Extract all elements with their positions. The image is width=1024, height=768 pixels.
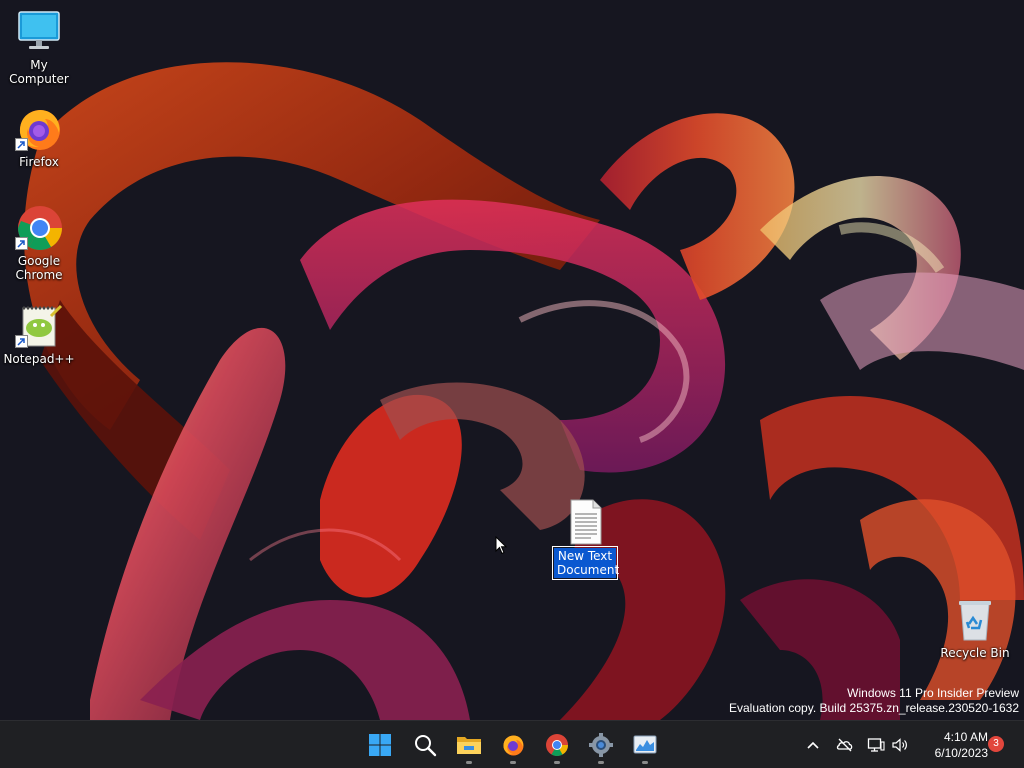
mouse-cursor-icon [495, 536, 508, 555]
running-indicator [554, 761, 560, 764]
clock[interactable]: 4:10 AM 6/10/2023 [920, 729, 988, 761]
running-indicator [642, 761, 648, 764]
desktop-icon-my-computer[interactable]: My Computer [2, 8, 76, 86]
shortcut-arrow-icon [15, 138, 28, 151]
firefox-taskbar-button[interactable] [493, 725, 533, 765]
shortcut-arrow-icon [15, 335, 28, 348]
evaluation-watermark: Windows 11 Pro Insider Preview Evaluatio… [729, 686, 1019, 716]
volume-icon[interactable] [891, 736, 909, 754]
shortcut-arrow-icon [15, 237, 28, 250]
desktop-icon-label: Notepad++ [3, 352, 75, 366]
taskbar: 4:10 AM 6/10/2023 [0, 720, 1024, 768]
clock-time: 4:10 AM [943, 730, 988, 744]
watermark-line-2: Evaluation copy. Build 25375.zn_release.… [729, 701, 1019, 715]
desktop-icon-label-selected[interactable]: New Text Document [552, 546, 619, 580]
desktop-icon-firefox[interactable]: Firefox [2, 105, 76, 169]
chrome-icon [546, 734, 568, 756]
desktop-icon-label: Recycle Bin [940, 646, 1010, 660]
settings-taskbar-button[interactable] [581, 725, 621, 765]
firefox-icon [15, 105, 63, 153]
onedrive-offline-icon[interactable] [836, 736, 854, 754]
desktop-icon-google-chrome[interactable]: Google Chrome [2, 204, 76, 282]
firefox-icon [503, 735, 524, 756]
desktop-icon-notepadpp[interactable]: Notepad++ [2, 302, 76, 366]
chevron-up-icon[interactable] [804, 736, 822, 754]
gear-icon [589, 733, 613, 757]
running-indicator [598, 761, 604, 764]
running-indicator [510, 761, 516, 764]
watermark-line-1: Windows 11 Pro Insider Preview [847, 686, 1019, 700]
notification-badge[interactable]: 3 [988, 736, 1004, 752]
search-icon [415, 735, 437, 757]
desktop-icon-recycle-bin[interactable]: Recycle Bin [938, 596, 1012, 660]
task-manager-icon [633, 735, 657, 754]
desktop-icon-label: My Computer [9, 58, 69, 86]
task-manager-taskbar-button[interactable] [625, 725, 665, 765]
monitor-icon [15, 8, 63, 56]
text-document-icon [561, 498, 609, 546]
clock-date: 6/10/2023 [934, 746, 988, 760]
windows-logo-icon [369, 734, 391, 756]
running-indicator [466, 761, 472, 764]
desktop-icon-label: Firefox [19, 155, 59, 169]
network-icon[interactable] [867, 736, 885, 754]
search-button[interactable] [405, 725, 445, 765]
chrome-taskbar-button[interactable] [537, 725, 577, 765]
chrome-icon [15, 204, 63, 252]
desktop-wallpaper [0, 0, 1024, 720]
start-button[interactable] [360, 725, 400, 765]
notepadpp-icon [15, 302, 63, 350]
folder-icon [457, 737, 481, 754]
desktop-icon-new-text-document[interactable]: New Text Document [548, 498, 622, 580]
file-explorer-button[interactable] [449, 725, 489, 765]
desktop-icon-label: Google Chrome [15, 254, 63, 282]
recycle-bin-icon [951, 596, 999, 644]
